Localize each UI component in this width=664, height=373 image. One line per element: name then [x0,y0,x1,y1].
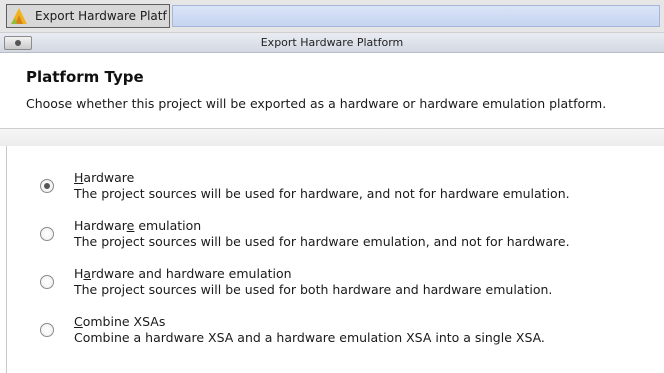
option-hardware-description: The project sources will be used for har… [74,186,570,201]
header-divider [0,128,664,146]
option-hardware-emulation[interactable]: Hardware emulation The project sources w… [40,218,660,258]
taskbar-tab-label: Export Hardware Platfor [35,9,167,23]
page-description: Choose whether this project will be expo… [26,96,607,111]
option-hardware-and-emulation-description: The project sources will be used for bot… [74,282,553,297]
label-post: ardware [83,170,135,185]
option-hardware[interactable]: Hardware The project sources will be use… [40,170,660,210]
option-combine-xsas[interactable]: Combine XSAs Combine a hardware XSA and … [40,314,660,354]
label-mnemonic: a [83,266,92,281]
option-hardware-emulation-label: Hardware emulation [74,218,201,233]
radio-hardware-emulation[interactable] [40,227,54,241]
label-mnemonic: H [74,170,84,185]
label-pre: H [74,266,84,281]
label-post: emulation [134,218,202,233]
radio-hardware-and-emulation[interactable] [40,275,54,289]
taskbar-window-tab[interactable]: Export Hardware Platfor [6,4,170,28]
option-hardware-emulation-description: The project sources will be used for har… [74,234,570,249]
option-hardware-and-emulation[interactable]: Hardware and hardware emulation The proj… [40,266,660,306]
window-titlebar[interactable]: Export Hardware Platform [0,33,664,53]
label-pre: Hardwar [74,218,127,233]
taskbar-empty-area [172,5,660,27]
page-title: Platform Type [26,68,144,86]
options-panel: Hardware The project sources will be use… [0,146,664,373]
label-post: ombine XSAs [82,314,166,329]
option-hardware-and-emulation-label: Hardware and hardware emulation [74,266,292,281]
label-post: rdware and hardware emulation [91,266,292,281]
vivado-logo-icon [11,8,27,24]
screen: Export Hardware Platfor Export Hardware … [0,0,664,373]
panel-left-border [6,146,7,373]
option-combine-xsas-description: Combine a hardware XSA and a hardware em… [74,330,545,345]
taskbar: Export Hardware Platfor [0,0,664,33]
label-mnemonic: C [74,314,83,329]
option-hardware-label: Hardware [74,170,134,185]
option-combine-xsas-label: Combine XSAs [74,314,165,329]
radio-hardware[interactable] [40,179,54,193]
wizard-header: Platform Type Choose whether this projec… [0,54,664,128]
window-title: Export Hardware Platform [260,36,404,49]
radio-combine-xsas[interactable] [40,323,54,337]
